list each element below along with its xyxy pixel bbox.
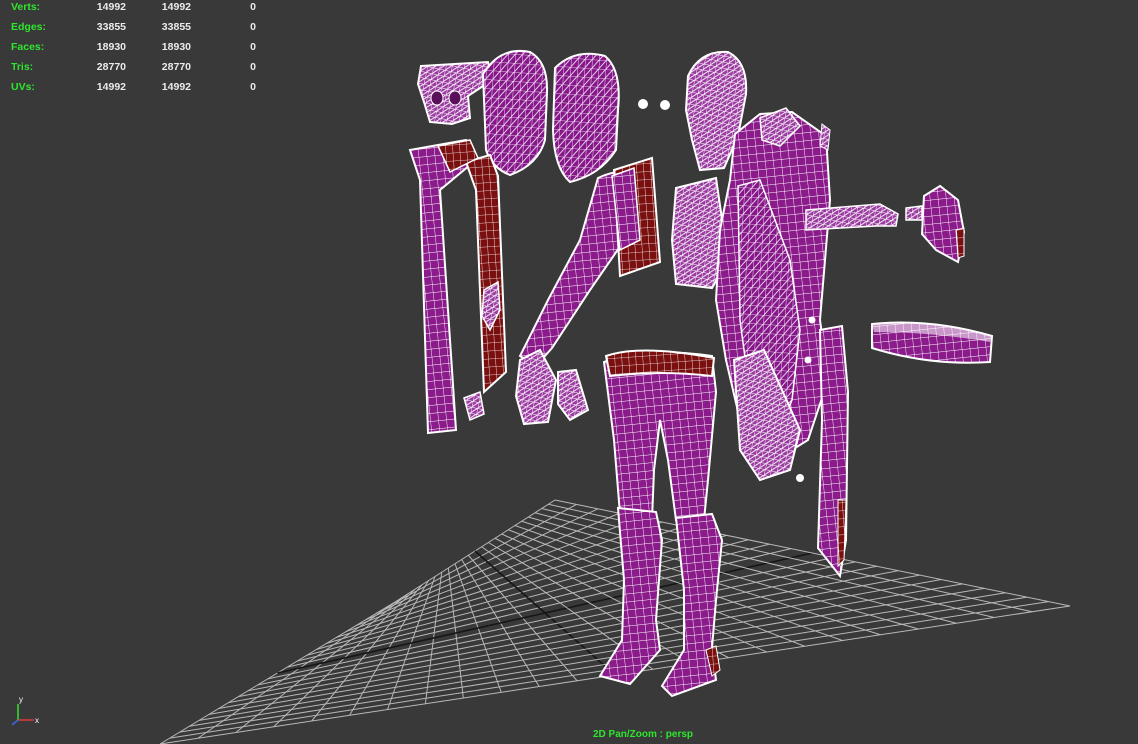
strap-mesh[interactable]	[816, 324, 850, 579]
hud-value: 18930	[96, 41, 126, 53]
hud-value: 28770	[96, 61, 126, 73]
axis-y-label: y	[19, 695, 23, 704]
hud-label: Verts:	[11, 1, 41, 13]
coat-mesh[interactable]	[714, 107, 832, 482]
camera-label: 2D Pan/Zoom : persp	[593, 729, 694, 740]
hud-value: 14992	[161, 81, 191, 93]
hud-value: 14992	[96, 1, 126, 13]
hud-value: 14992	[161, 1, 191, 13]
pants-mesh[interactable]	[602, 349, 718, 522]
hud-value: 0	[250, 1, 256, 13]
head-mesh-1[interactable]	[481, 50, 549, 177]
axis-gizmo: y x	[11, 695, 39, 726]
hud-value: 28770	[161, 61, 191, 73]
hud-value: 0	[250, 61, 256, 73]
ground-grid	[159, 499, 1071, 744]
hud-value: 18930	[161, 41, 191, 53]
hud-label: Faces:	[11, 41, 45, 53]
hud-label: Tris:	[11, 61, 34, 73]
collar-mesh[interactable]	[611, 156, 662, 278]
hud-value: 33855	[96, 21, 126, 33]
hud-value: 0	[250, 21, 256, 33]
eye-mesh-right[interactable]	[660, 100, 670, 110]
hud-label: UVs:	[11, 81, 35, 93]
eye-mesh-left[interactable]	[638, 99, 648, 109]
viewport-scene[interactable]	[0, 0, 1138, 744]
belt-mesh[interactable]	[871, 321, 994, 364]
axis-x-label: x	[35, 716, 39, 725]
hud-value: 0	[250, 81, 256, 93]
skull-mesh[interactable]	[416, 60, 494, 126]
hud-value: 0	[250, 41, 256, 53]
hud-value: 14992	[96, 81, 126, 93]
hud-label: Edges:	[11, 21, 47, 33]
hud-value: 33855	[161, 21, 191, 33]
head-mesh-2[interactable]	[551, 52, 620, 184]
3d-viewport[interactable]: Verts: 14992 14992 0 Edges: 33855 33855 0 Faces:…	[0, 0, 1138, 744]
